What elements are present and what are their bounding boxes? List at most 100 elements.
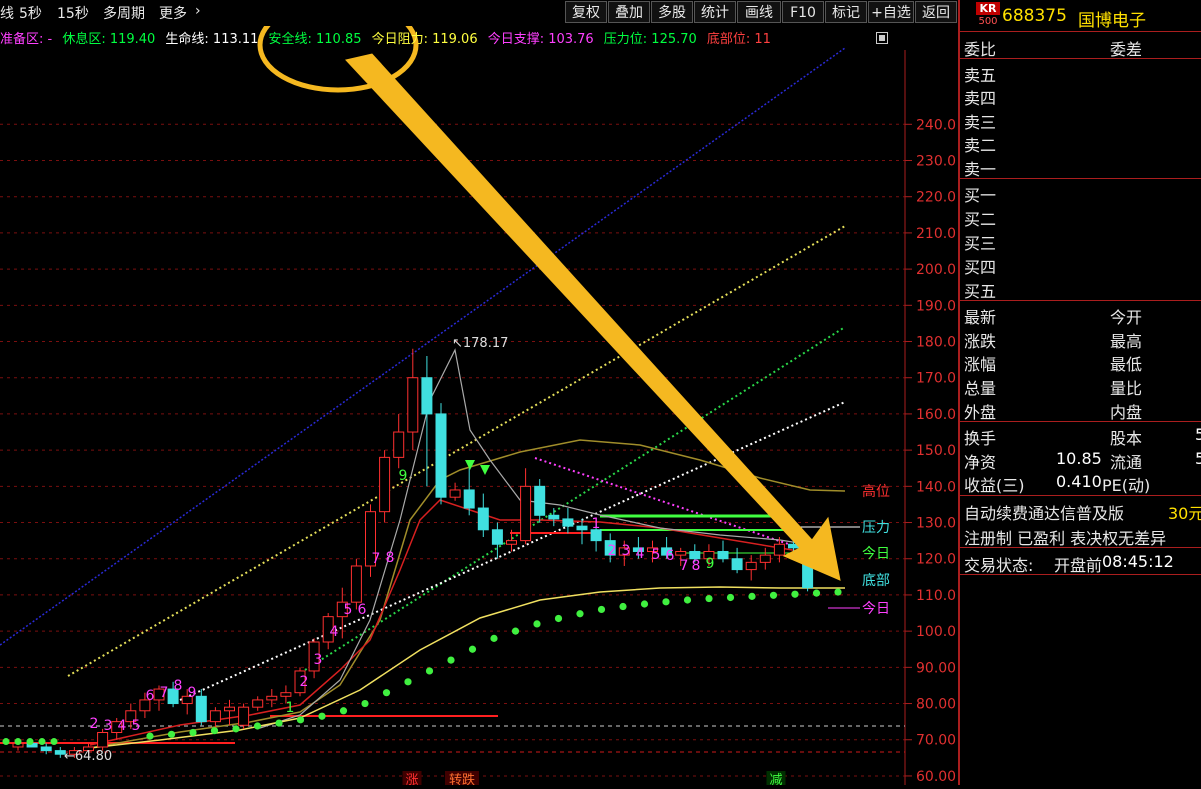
sequence-count-label: 6 — [358, 602, 367, 618]
period-tab-5s[interactable]: 5秒 — [19, 3, 42, 23]
eps-value: 0.410 — [1056, 472, 1102, 491]
chart-toolbar: 线 5秒 15秒 多周期 更多 › 复权 叠加 多股 统计 画线 F10 标记 … — [0, 0, 958, 26]
candle-body — [773, 543, 785, 556]
support-dot — [425, 667, 434, 675]
candle-body — [40, 746, 52, 752]
kline-chart-area[interactable]: 240.0 230.0 220.0 210.0 200.0 190.0 180.0 170.0… — [0, 0, 958, 788]
candle-body — [548, 514, 560, 520]
stock-badge: KR 500 — [976, 2, 1000, 30]
support-dot — [38, 738, 46, 746]
period-tab-multi[interactable]: 多周期 — [103, 3, 145, 23]
period-tab-line[interactable]: 线 — [0, 3, 14, 23]
sequence-count-label: 6 — [666, 548, 675, 564]
support-dot — [812, 589, 821, 597]
kline-chart[interactable]: 240.0230.0220.0210.0200.0190.0180.0170.0… — [0, 0, 958, 788]
support-dot — [2, 738, 10, 746]
support-dot — [662, 598, 670, 606]
candle-body — [224, 706, 235, 712]
draw-line-button[interactable]: 画线 — [737, 1, 781, 23]
restore-rights-button[interactable]: 复权 — [565, 1, 607, 23]
right-level-label: 底部 — [862, 573, 890, 589]
right-level-label: 今日 — [862, 546, 890, 562]
support-dot — [50, 738, 58, 746]
stat-high: 最高 — [1110, 332, 1143, 351]
candle-body — [717, 550, 729, 560]
multi-stock-button[interactable]: 多股 — [651, 1, 693, 23]
stat-outer-volume: 外盘 — [964, 403, 997, 422]
right-level-label: 压力 — [862, 520, 890, 536]
chevron-right-icon[interactable]: › — [195, 3, 201, 19]
candle-body — [449, 489, 461, 498]
y-tick-label: 100.0 — [916, 624, 956, 640]
candle-body — [435, 413, 447, 498]
indicator-ready-zone: 准备区: - — [0, 32, 53, 47]
stat-change-pct: 涨幅 — [964, 355, 997, 374]
y-tick-label: 60.00 — [916, 769, 956, 785]
high-price-label: ↖178.17 — [452, 336, 508, 351]
support-dot — [232, 725, 240, 733]
mark-button[interactable]: 标记 — [825, 1, 867, 23]
stat-change: 涨跌 — [964, 332, 997, 351]
back-button[interactable]: 返回 — [915, 1, 957, 23]
moving-average-lines — [89, 348, 846, 749]
support-dot — [296, 716, 305, 724]
stat-low: 最低 — [1110, 355, 1143, 374]
sequence-count-label: 6 — [146, 688, 155, 704]
indicator-today-resistance: 今日阻力: 119.06 — [371, 32, 478, 47]
indicator-rest-zone: 休息区: 119.40 — [62, 32, 156, 47]
support-dot — [705, 594, 713, 603]
sequence-count-label: 1 — [592, 516, 601, 532]
settings-toggle-icon[interactable] — [876, 32, 888, 44]
share-capital-value: 5 — [1195, 425, 1201, 444]
y-tick-label: 80.00 — [916, 697, 956, 713]
candle-body — [97, 732, 109, 748]
add-watchlist-button[interactable]: +自选 — [868, 1, 914, 23]
candle-body — [506, 540, 517, 545]
statistics-button[interactable]: 统计 — [694, 1, 736, 23]
promo-price[interactable]: 30元 — [1168, 500, 1201, 524]
sequence-count-label: 4 — [330, 624, 339, 640]
y-tick-label: 200.0 — [916, 262, 956, 278]
buy-level-3: 买三 — [964, 234, 997, 253]
y-tick-label: 90.00 — [916, 660, 956, 676]
support-dot — [253, 722, 262, 730]
support-dot — [189, 728, 197, 737]
stat-volume-ratio: 量比 — [1110, 379, 1143, 398]
ma-line-gray — [259, 348, 831, 729]
sequence-count-label: 4 — [636, 546, 645, 562]
net-asset-label: 净资 — [964, 453, 997, 472]
f10-button[interactable]: F10 — [782, 1, 824, 23]
bottom-signal-tag: 转跌 — [449, 772, 475, 785]
candle-body — [491, 529, 503, 545]
indicator-bottom-level: 底部位: 11 — [706, 32, 771, 47]
period-tab-15s[interactable]: 15秒 — [57, 3, 89, 23]
y-tick-label: 210.0 — [916, 226, 956, 242]
support-dot — [167, 730, 176, 738]
support-dot — [511, 627, 520, 635]
sequence-count-label: 9 — [399, 468, 408, 484]
overlay-button[interactable]: 叠加 — [608, 1, 650, 23]
more-periods-link[interactable]: 更多 — [159, 3, 187, 23]
sequence-count-label: 7 — [372, 551, 381, 567]
y-tick-label: 230.0 — [916, 154, 956, 170]
candle-body — [562, 518, 574, 527]
badge-top-text: KR — [976, 2, 1000, 15]
bottom-signal-tag: 涨 — [405, 773, 418, 785]
eps-label: 收益(三) — [964, 476, 1025, 495]
candle-body — [520, 485, 532, 542]
stat-total-volume: 总量 — [964, 379, 997, 398]
sequence-count-label: 7 — [160, 685, 169, 701]
support-dot — [404, 678, 412, 686]
sell-level-4: 卖四 — [964, 89, 997, 108]
indicator-life-line: 生命线: 113.11 — [165, 32, 259, 47]
sequence-count-label: 3 — [622, 543, 631, 559]
candle-body — [209, 710, 221, 723]
sequence-count-label: 5 — [344, 602, 353, 618]
candle-body — [576, 525, 588, 531]
sequence-count-label: 8 — [386, 550, 395, 566]
sell-arrow-icon — [480, 465, 490, 475]
candle-body — [421, 377, 433, 415]
trend-line-white — [179, 401, 846, 701]
promo-text[interactable]: 自动续费通达信普及版 — [964, 500, 1124, 524]
y-tick-label: 240.0 — [916, 117, 956, 133]
